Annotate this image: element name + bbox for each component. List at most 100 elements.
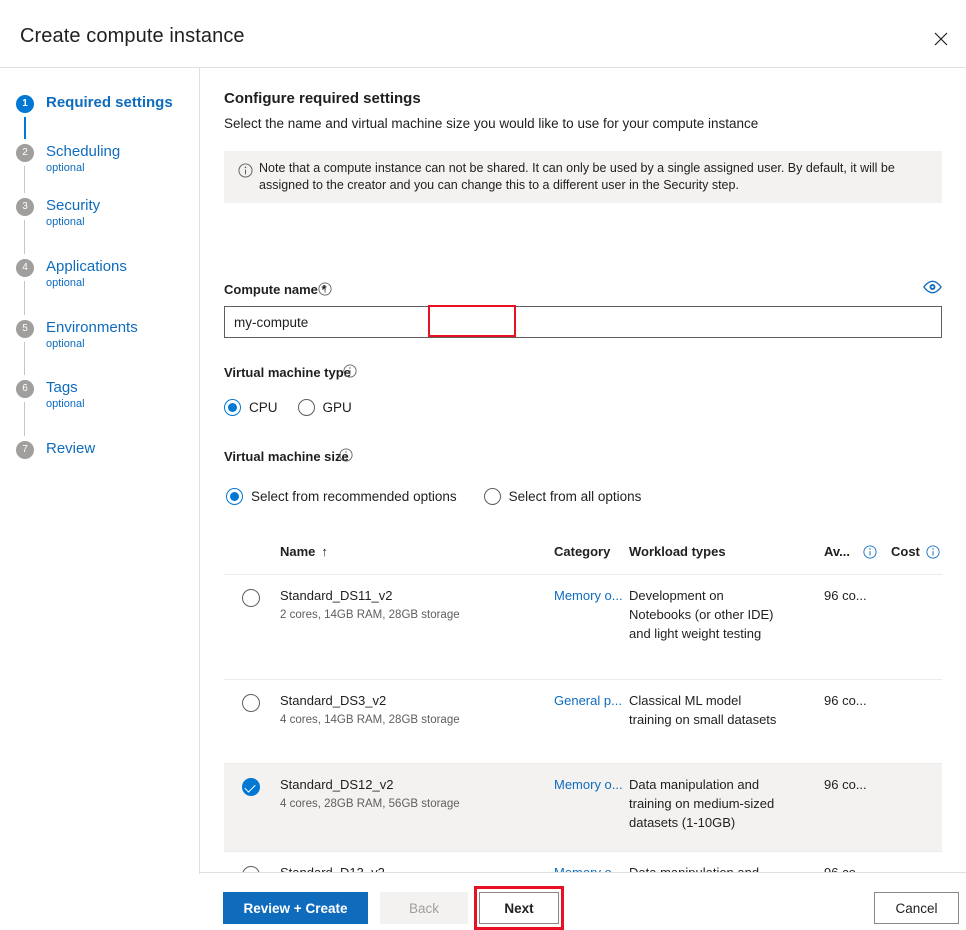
step-label: Required settings xyxy=(46,94,173,111)
radio-label: Select from all options xyxy=(509,489,642,504)
step-optional-label: optional xyxy=(46,216,85,228)
step-connector xyxy=(24,166,25,193)
table-row[interactable]: Standard_DS12_v24 cores, 28GB RAM, 56GB … xyxy=(224,764,942,852)
column-header-name[interactable]: Name ↑ xyxy=(280,544,328,559)
row-select-radio[interactable] xyxy=(242,866,260,873)
step-optional-label: optional xyxy=(46,162,85,174)
vm-size-option-select-from-recommended-options[interactable]: Select from recommended options xyxy=(226,488,457,505)
radio-label: CPU xyxy=(249,400,278,415)
section-title: Configure required settings xyxy=(224,90,421,107)
cell-availability: 96 co... xyxy=(824,586,867,605)
section-subtitle: Select the name and virtual machine size… xyxy=(224,116,758,131)
step-label: Tags xyxy=(46,379,78,396)
step-label: Applications xyxy=(46,258,127,275)
cell-vm-name: Standard_D13_v2 xyxy=(280,863,385,873)
vm-type-radio-group: CPU GPU xyxy=(224,399,372,416)
radio-label: Select from recommended options xyxy=(251,489,457,504)
cell-workload-types: Data manipulation and training on large … xyxy=(629,863,779,873)
review-create-button[interactable]: Review + Create xyxy=(223,892,368,924)
dialog-header: Create compute instance xyxy=(0,0,966,68)
table-row[interactable]: Standard_DS11_v22 cores, 14GB RAM, 28GB … xyxy=(224,575,942,680)
vm-type-option-cpu[interactable]: CPU xyxy=(224,399,278,416)
cell-vm-name: Standard_DS12_v2 xyxy=(280,775,393,794)
step-label: Review xyxy=(46,440,95,457)
step-optional-label: optional xyxy=(46,338,85,350)
step-number-badge: 5 xyxy=(16,320,34,338)
sort-ascending-icon: ↑ xyxy=(321,544,328,559)
step-connector xyxy=(24,281,25,315)
cancel-button[interactable]: Cancel xyxy=(874,892,959,924)
radio-dot xyxy=(298,399,315,416)
radio-label: GPU xyxy=(323,400,352,415)
cell-category[interactable]: Memory o... xyxy=(554,863,623,873)
table-header-row: Name ↑ Category Workload types Av... Cost xyxy=(224,533,942,575)
info-banner-text: Note that a compute instance can not be … xyxy=(259,160,928,194)
dialog-footer: Review + Create Back Next Cancel xyxy=(0,874,966,928)
step-connector xyxy=(24,117,26,139)
step-connector xyxy=(24,342,25,375)
info-icon[interactable] xyxy=(343,364,357,383)
vm-size-label: Virtual machine size xyxy=(224,449,349,464)
cell-category[interactable]: General p... xyxy=(554,691,622,710)
cell-category[interactable]: Memory o... xyxy=(554,775,623,794)
step-number-badge: 2 xyxy=(16,144,34,162)
radio-dot xyxy=(226,488,243,505)
table-body: Standard_DS11_v22 cores, 14GB RAM, 28GB … xyxy=(224,575,942,873)
cell-availability: 96 co... xyxy=(824,863,867,873)
dialog-title: Create compute instance xyxy=(20,25,245,48)
radio-checked-icon xyxy=(242,778,260,796)
info-icon xyxy=(238,163,253,183)
compute-name-input[interactable] xyxy=(224,306,942,338)
cell-vm-name: Standard_DS11_v2 xyxy=(280,586,393,605)
visibility-eye-icon[interactable] xyxy=(923,280,942,299)
column-header-name-label: Name xyxy=(280,544,315,559)
row-select-radio[interactable] xyxy=(242,694,260,712)
info-icon[interactable] xyxy=(863,545,877,564)
step-label: Scheduling xyxy=(46,143,120,160)
step-number-badge: 7 xyxy=(16,441,34,459)
compute-name-label: Compute name * xyxy=(224,282,327,297)
row-select-radio[interactable] xyxy=(242,778,260,796)
close-icon[interactable] xyxy=(922,24,960,54)
next-button[interactable]: Next xyxy=(479,892,559,924)
column-header-cost[interactable]: Cost xyxy=(891,544,920,559)
step-optional-label: optional xyxy=(46,398,85,410)
radio-unchecked-icon xyxy=(242,589,260,607)
table-row[interactable]: Standard_D13_v28 cores, 56GB RAM, 400GB … xyxy=(224,852,942,873)
column-header-workload-types[interactable]: Workload types xyxy=(629,544,726,559)
info-banner: Note that a compute instance can not be … xyxy=(224,151,942,203)
step-optional-label: optional xyxy=(46,277,85,289)
cell-vm-specs: 4 cores, 14GB RAM, 28GB storage xyxy=(280,711,460,730)
step-label: Security xyxy=(46,197,100,214)
row-select-radio[interactable] xyxy=(242,589,260,607)
radio-unchecked-icon xyxy=(242,694,260,712)
cell-availability: 96 co... xyxy=(824,691,867,710)
vm-size-option-select-from-all-options[interactable]: Select from all options xyxy=(484,488,642,505)
column-header-category[interactable]: Category xyxy=(554,544,610,559)
cell-availability: 96 co... xyxy=(824,775,867,794)
step-connector xyxy=(24,220,25,254)
info-icon[interactable] xyxy=(318,282,332,301)
radio-dot xyxy=(484,488,501,505)
content-pane: Configure required settings Select the n… xyxy=(200,68,966,873)
vm-size-radio-group: Select from recommended options Select fr… xyxy=(226,488,668,505)
vm-type-label: Virtual machine type xyxy=(224,365,351,380)
info-icon[interactable] xyxy=(339,448,353,467)
cell-workload-types: Classical ML model training on small dat… xyxy=(629,691,779,729)
wizard-step-rail: 1Required settings2Schedulingoptional3Se… xyxy=(0,68,200,928)
cell-vm-specs: 2 cores, 14GB RAM, 28GB storage xyxy=(280,606,460,625)
back-button[interactable]: Back xyxy=(380,892,468,924)
radio-dot xyxy=(224,399,241,416)
column-header-availability[interactable]: Av... xyxy=(824,544,850,559)
table-row[interactable]: Standard_DS3_v24 cores, 14GB RAM, 28GB s… xyxy=(224,680,942,764)
step-number-badge: 4 xyxy=(16,259,34,277)
step-label: Environments xyxy=(46,319,138,336)
cell-vm-name: Standard_DS3_v2 xyxy=(280,691,386,710)
info-icon[interactable] xyxy=(926,545,940,564)
vm-size-table: Name ↑ Category Workload types Av... Cost xyxy=(224,533,942,873)
cell-vm-specs: 4 cores, 28GB RAM, 56GB storage xyxy=(280,795,460,814)
cell-workload-types: Data manipulation and training on medium… xyxy=(629,775,779,832)
step-number-badge: 6 xyxy=(16,380,34,398)
vm-type-option-gpu[interactable]: GPU xyxy=(298,399,352,416)
cell-category[interactable]: Memory o... xyxy=(554,586,623,605)
